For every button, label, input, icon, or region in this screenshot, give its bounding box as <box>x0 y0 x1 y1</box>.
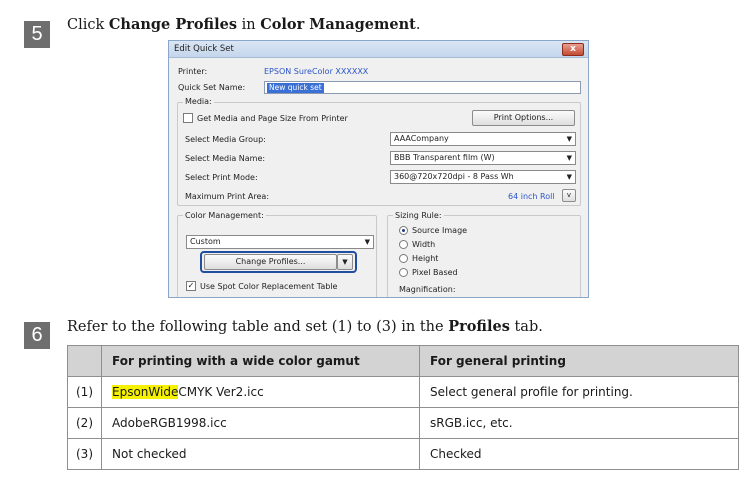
close-icon[interactable]: x <box>562 43 584 56</box>
magnification-label: Magnification: <box>399 285 456 294</box>
table-header-wide: For printing with a wide color gamut <box>101 345 420 377</box>
change-profiles-button[interactable]: Change Profiles... <box>204 254 337 270</box>
print-mode-select[interactable]: 360@720x720dpi - 8 Pass Wh ▼ <box>390 170 576 184</box>
media-name-select-label: Select Media Name: <box>185 154 266 163</box>
print-mode-select-value: 360@720x720dpi - 8 Pass Wh <box>394 172 514 181</box>
profiles-table: For printing with a wide color gamut For… <box>67 345 739 470</box>
step-6-instruction: Refer to the following table and set (1)… <box>67 318 543 335</box>
wide-gamut-cell: EpsonWideCMYK Ver2.icc <box>101 376 420 408</box>
max-print-area-button[interactable]: v <box>562 189 576 202</box>
step-5-instruction: Click Change Profiles in Color Managemen… <box>67 16 421 33</box>
quickset-name-value: New quick set <box>267 83 324 93</box>
print-options-button[interactable]: Print Options... <box>472 110 575 126</box>
get-media-label: Get Media and Page Size From Printer <box>197 114 348 123</box>
quickset-name-label: Quick Set Name: <box>178 83 246 92</box>
media-group-select[interactable]: AAACompany ▼ <box>390 132 576 146</box>
color-mode-select[interactable]: Custom ▼ <box>186 235 374 249</box>
print-mode-select-label: Select Print Mode: <box>185 173 258 182</box>
max-print-area-value: 64 inch Roll <box>508 192 555 201</box>
general-cell: Select general profile for printing. <box>419 376 739 408</box>
radio-width[interactable] <box>399 240 408 249</box>
media-name-select-value: BBB Transparent film (W) <box>394 153 495 162</box>
media-group-select-label: Select Media Group: <box>185 135 266 144</box>
printer-label: Printer: <box>178 67 208 76</box>
spot-color-label: Use Spot Color Replacement Table <box>200 282 338 291</box>
table-row: (2) AdobeRGB1998.icc sRGB.icc, etc. <box>67 407 739 439</box>
general-cell: sRGB.icc, etc. <box>419 407 739 439</box>
table-header-num <box>67 345 102 377</box>
max-print-area-label: Maximum Print Area: <box>185 192 270 201</box>
edit-quick-set-dialog: Edit Quick Set x Printer: EPSON SureColo… <box>168 40 589 298</box>
chevron-down-icon: ▼ <box>342 258 348 266</box>
printer-value: EPSON SureColor XXXXXX <box>264 67 369 76</box>
media-group-select-value: AAACompany <box>394 134 449 143</box>
row-number: (2) <box>67 407 102 439</box>
media-name-select[interactable]: BBB Transparent film (W) ▼ <box>390 151 576 165</box>
dialog-title-bar: Edit Quick Set x <box>169 41 588 58</box>
media-group-label: Media: <box>183 97 214 106</box>
wide-gamut-cell: Not checked <box>101 438 420 470</box>
spot-color-checkbox[interactable]: ✓ <box>186 281 196 291</box>
chevron-down-icon: ▼ <box>566 173 572 181</box>
change-profiles-dropdown[interactable]: ▼ <box>337 254 353 270</box>
table-row: (1) EpsonWideCMYK Ver2.icc Select genera… <box>67 376 739 408</box>
table-header-general: For general printing <box>419 345 739 377</box>
highlighted-text: EpsonWide <box>112 385 179 399</box>
radio-source-image[interactable] <box>399 226 408 235</box>
chevron-down-icon: ▼ <box>364 238 370 246</box>
chevron-down-icon: ▼ <box>566 135 572 143</box>
radio-height-label: Height <box>412 254 439 263</box>
dialog-title: Edit Quick Set <box>174 44 234 54</box>
table-row: (3) Not checked Checked <box>67 438 739 470</box>
row-number: (3) <box>67 438 102 470</box>
sizing-rule-group: Sizing Rule: Source Image Width Height P… <box>387 211 581 297</box>
radio-width-label: Width <box>412 240 436 249</box>
row-number: (1) <box>67 376 102 408</box>
table-header-row: For printing with a wide color gamut For… <box>67 345 739 377</box>
radio-height[interactable] <box>399 254 408 263</box>
chevron-down-icon: ▼ <box>566 154 572 162</box>
quickset-name-input[interactable]: New quick set <box>264 81 581 94</box>
general-cell: Checked <box>419 438 739 470</box>
color-mode-select-value: Custom <box>190 237 221 246</box>
sizing-rule-label: Sizing Rule: <box>393 211 444 220</box>
radio-pixel-based-label: Pixel Based <box>412 268 458 277</box>
color-management-group: Color Management: Custom ▼ Change Profile… <box>177 211 377 297</box>
wide-gamut-value: CMYK Ver2.icc <box>178 385 264 399</box>
radio-source-image-label: Source Image <box>412 226 468 235</box>
step-5-badge: 5 <box>24 21 50 48</box>
color-management-label: Color Management: <box>183 211 266 220</box>
radio-pixel-based[interactable] <box>399 268 408 277</box>
change-profiles-button-label: Change Profiles... <box>235 257 306 266</box>
media-group: Media: Get Media and Page Size From Prin… <box>177 97 581 206</box>
get-media-checkbox[interactable] <box>183 113 193 123</box>
wide-gamut-cell: AdobeRGB1998.icc <box>101 407 420 439</box>
step-6-badge: 6 <box>24 322 50 349</box>
